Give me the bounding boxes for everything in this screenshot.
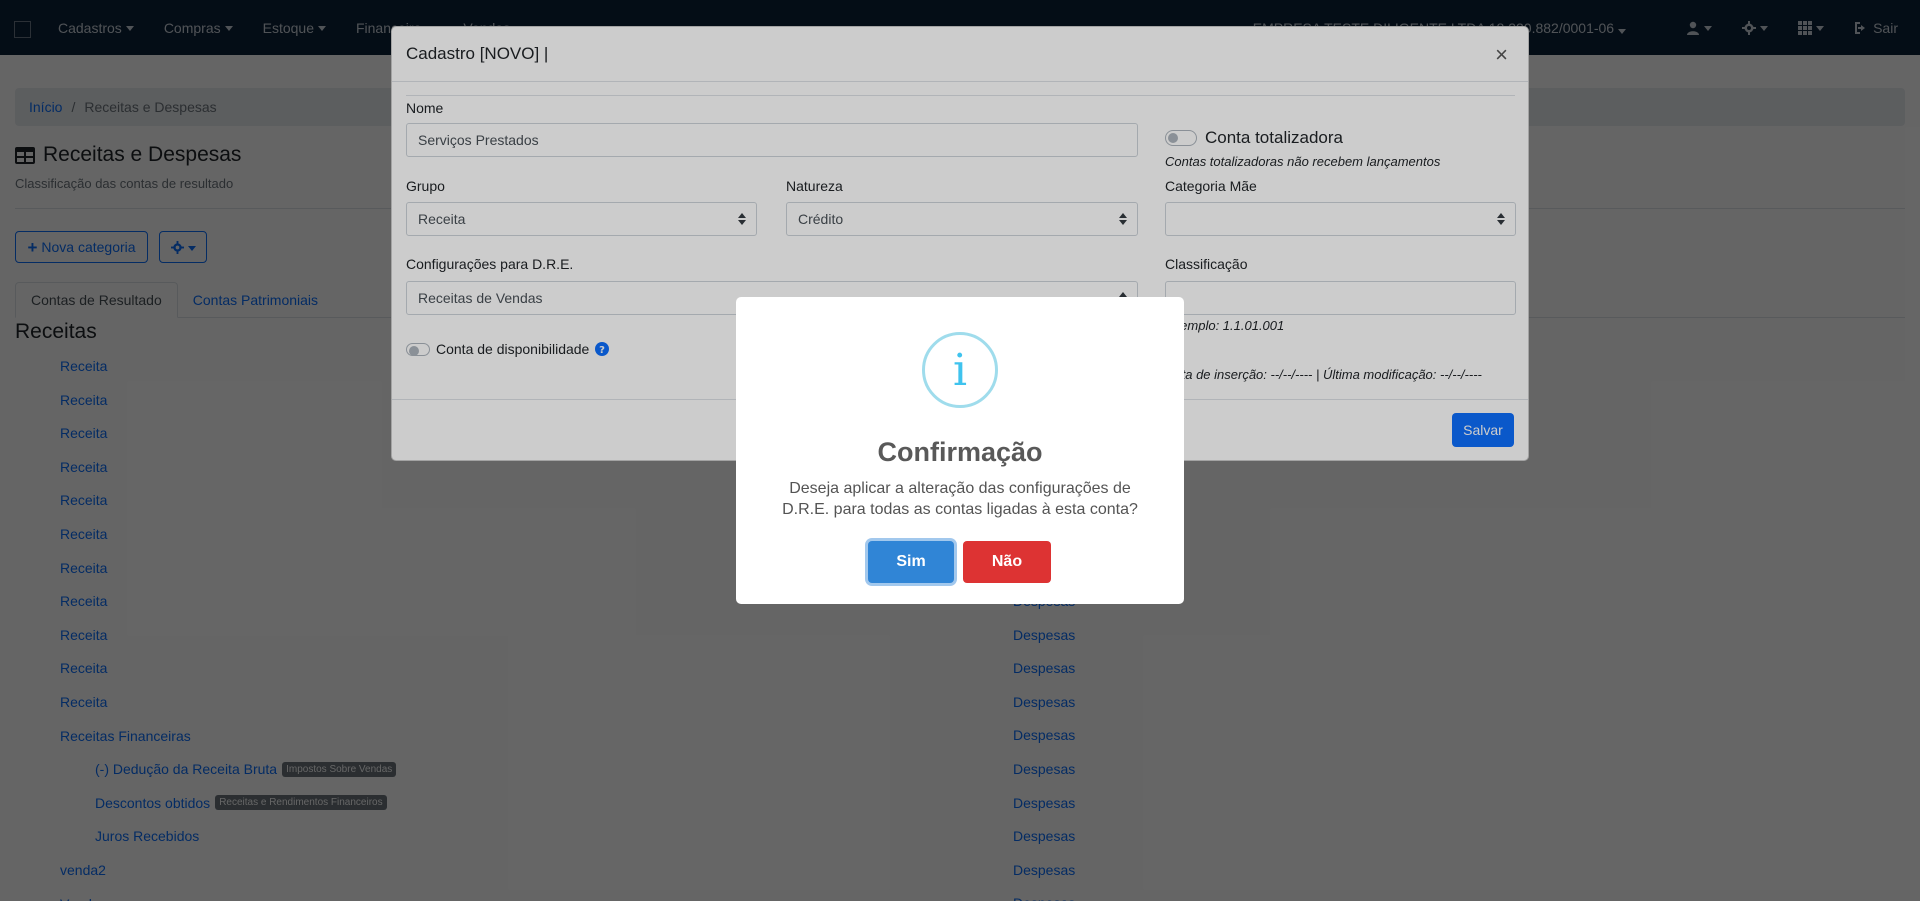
info-icon: i [922,332,998,408]
confirm-text: Deseja aplicar a alteração das configura… [782,480,1138,518]
confirm-title: Confirmação [877,437,1043,467]
confirm-yes-button[interactable]: Sim [868,541,954,583]
confirm-dialog: i Confirmação Deseja aplicar a alteração… [736,297,1184,604]
confirm-no-button[interactable]: Não [963,541,1051,583]
